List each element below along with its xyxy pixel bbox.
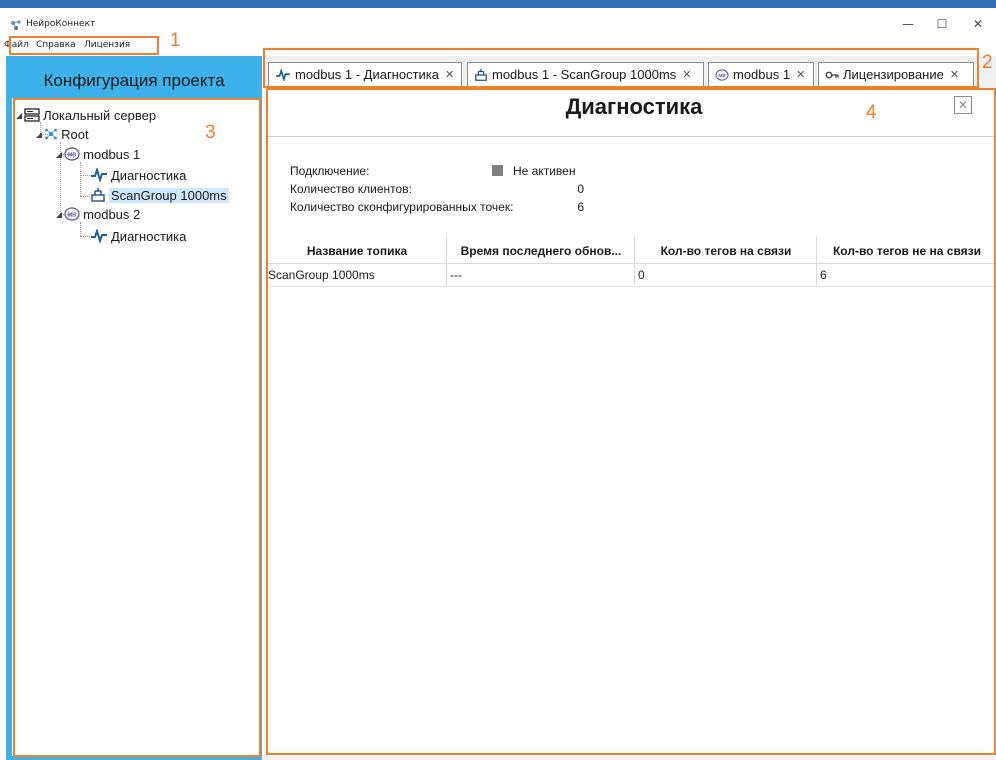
svg-text:MB: MB [68,152,77,158]
tree-label: ScanGroup 1000ms [109,187,229,203]
network-icon [45,128,58,140]
expand-arrow-icon[interactable]: ◢ [16,111,22,120]
title-bar: НейроКоннект — ☐ ✕ [0,8,996,38]
column-header-tags-offline[interactable]: Кол-во тегов не на связи [818,244,996,258]
annotation-number: 4 [866,102,877,123]
column-header-last-update[interactable]: Время последнего обнов... [448,244,634,258]
tree-line [80,162,81,196]
tree-label: Локальный сервер [43,107,157,123]
menu-help[interactable]: Справка [36,40,76,50]
tree-item-scangroup[interactable]: ScanGroup 1000ms [90,186,229,204]
tab-close-button[interactable]: ✕ [445,68,454,81]
tree-label: modbus 2 [83,206,141,222]
window-top-strip [0,0,996,8]
menu-bar: Файл Справка Лицензия [0,38,996,54]
connection-label: Подключение: [290,164,370,178]
points-label: Количество сконфигурированных точек: [290,200,514,214]
tree-item-diagnostics-1[interactable]: Диагностика [90,166,186,184]
tree-label: Диагностика [111,228,187,244]
column-divider[interactable] [446,236,447,286]
pulse-icon [276,68,290,81]
row-divider [268,286,996,287]
key-icon [825,71,839,78]
connection-status: Не активен [513,164,576,178]
tree-item-diagnostics-2[interactable]: Диагностика [90,227,186,245]
menu-file[interactable]: Файл [4,40,29,50]
server-icon [24,108,40,122]
tab-label: Лицензирование [843,67,944,82]
column-header-topic[interactable]: Название топика [268,244,446,258]
points-count: 6 [577,200,584,214]
tree-label: modbus 1 [83,146,141,162]
tree-item-modbus-2[interactable]: ◢ MB modbus 2 [56,205,140,223]
annotation-number: 1 [170,30,181,51]
panel-title: Конфигурация проекта [43,71,225,90]
column-divider[interactable] [816,236,817,286]
pulse-icon [91,168,107,182]
tab-modbus1-diagnostics[interactable]: modbus 1 - Диагностика ✕ [268,62,462,86]
annotation-number: 2 [982,52,993,73]
cell-last-update: --- [450,268,462,282]
column-divider[interactable] [634,236,635,286]
tree-item-root[interactable]: ◢ Root [36,125,89,143]
expand-arrow-icon[interactable]: ◢ [56,210,62,219]
column-header-tags-online[interactable]: Кол-во тегов на связи [636,244,816,258]
svg-text:MB: MB [718,72,726,77]
tab-licensing[interactable]: Лицензирование ✕ [818,62,974,86]
scangroup-icon [91,188,105,202]
cell-tags-online: 0 [638,268,645,282]
expand-arrow-icon[interactable]: ◢ [36,130,42,139]
page-title: Диагностика [565,94,703,119]
clients-label: Количество клиентов: [290,182,412,196]
expand-arrow-icon[interactable]: ◢ [56,150,62,159]
tab-label: modbus 1 [733,67,791,82]
tab-close-button[interactable]: ✕ [682,68,691,81]
modbus-icon: MB [64,207,80,221]
minimize-button[interactable]: — [896,14,920,34]
scangroup-icon [475,68,487,81]
tree-item-local-server[interactable]: ◢ Локальный сервер [16,106,156,124]
close-window-button[interactable]: ✕ [966,14,990,34]
window-title: НейроКоннект [26,19,96,29]
tab-close-button[interactable]: ✕ [950,68,959,81]
modbus-icon: MB [64,147,80,161]
tab-modbus1-scangroup[interactable]: modbus 1 - ScanGroup 1000ms ✕ [467,62,704,86]
tab-modbus1[interactable]: MB modbus 1 ✕ [708,62,814,86]
tree-line [80,222,81,236]
menu-license[interactable]: Лицензия [84,40,130,50]
pulse-icon [91,229,107,243]
status-indicator [492,165,503,176]
tab-label: modbus 1 - ScanGroup 1000ms [492,67,677,82]
tree-label: Диагностика [111,167,187,183]
tree-line [80,175,90,176]
clients-count: 0 [577,182,584,196]
svg-text:MB: MB [68,212,77,218]
cell-tags-offline: 6 [820,268,827,282]
tree-line [80,196,90,197]
tree-item-modbus-1[interactable]: ◢ MB modbus 1 [56,145,140,163]
app-logo-icon [11,20,21,30]
tree-line [80,236,90,237]
tab-label: modbus 1 - Диагностика [295,67,440,82]
maximize-button[interactable]: ☐ [930,14,954,34]
close-view-button[interactable]: ✕ [954,96,972,114]
tree-label: Root [61,126,89,142]
tab-close-button[interactable]: ✕ [796,68,805,81]
annotation-number: 3 [205,122,216,143]
modbus-icon: MB [715,68,729,81]
cell-topic: ScanGroup 1000ms [268,268,375,282]
title-divider [268,136,996,137]
